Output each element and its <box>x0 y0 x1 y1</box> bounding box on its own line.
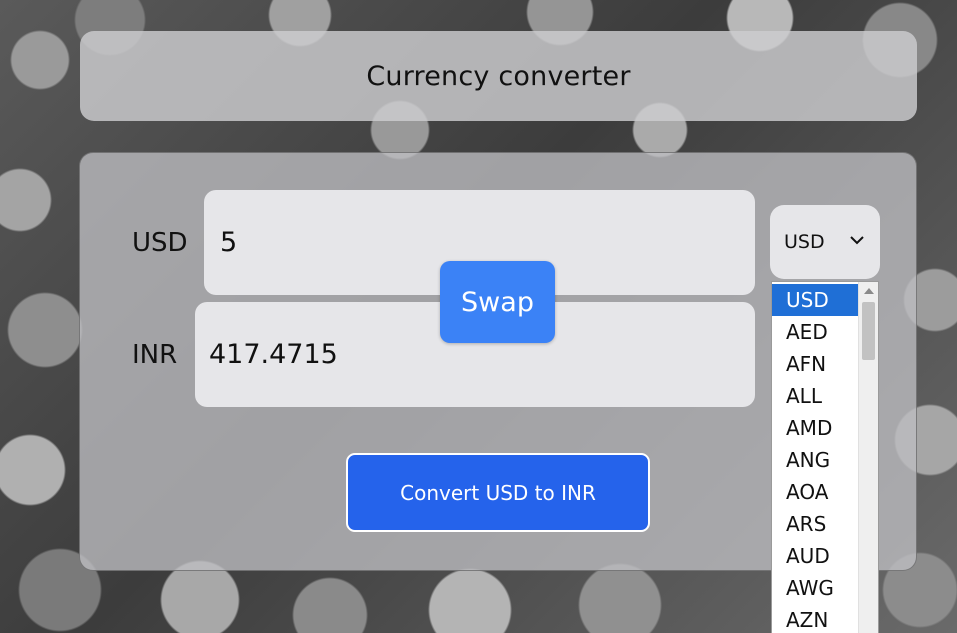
dropdown-option[interactable]: AUD <box>772 540 859 572</box>
dropdown-scrollbar[interactable] <box>858 282 878 633</box>
chevron-down-icon <box>850 236 864 245</box>
dropdown-option[interactable]: AWG <box>772 572 859 604</box>
dropdown-option[interactable]: AMD <box>772 412 859 444</box>
swap-button[interactable]: Swap <box>440 261 555 343</box>
page-title: Currency converter <box>366 60 631 92</box>
scroll-up-arrow-icon[interactable] <box>864 288 874 294</box>
currency-dropdown-list: USD AED AFN ALL AMD ANG AOA ARS AUD AWG … <box>771 281 879 633</box>
dropdown-option[interactable]: AOA <box>772 476 859 508</box>
dropdown-option[interactable]: AFN <box>772 348 859 380</box>
dropdown-option[interactable]: ANG <box>772 444 859 476</box>
dropdown-option[interactable]: AED <box>772 316 859 348</box>
currency-select[interactable]: USD <box>770 205 880 279</box>
dropdown-option[interactable]: ALL <box>772 380 859 412</box>
to-currency-label: INR <box>132 340 178 370</box>
header-panel: Currency converter <box>80 31 917 121</box>
currency-select-value: USD <box>784 231 825 253</box>
dropdown-option[interactable]: USD <box>772 284 859 316</box>
from-currency-label: USD <box>132 228 188 258</box>
dropdown-option[interactable]: ARS <box>772 508 859 540</box>
convert-button[interactable]: Convert USD to INR <box>346 453 650 532</box>
dropdown-option[interactable]: AZN <box>772 604 859 633</box>
scrollbar-thumb[interactable] <box>862 302 875 360</box>
